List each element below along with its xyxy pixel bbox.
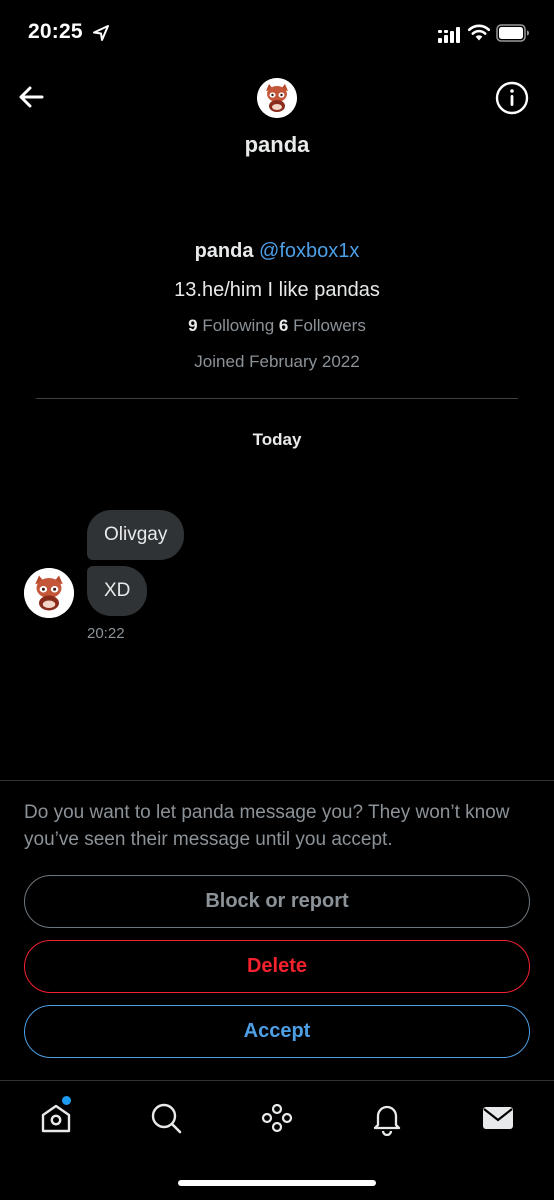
spaces-icon [261,1103,293,1133]
date-separator: Today [252,430,302,449]
tab-search[interactable] [148,1100,184,1136]
tab-notifications[interactable] [369,1100,405,1137]
notifications-icon [373,1105,401,1137]
sender-avatar[interactable] [24,568,74,618]
profile-joined: Joined February 2022 [194,352,360,371]
red-panda-icon [24,568,74,618]
message-request-prompt: Do you want to let panda message you? Th… [24,802,510,850]
status-time: 20:25 [28,20,83,43]
message-timestamp: 20:22 [87,625,125,642]
conversation-title: panda [244,132,310,157]
followers-count: 6 [278,316,289,335]
search-icon [151,1103,182,1134]
block-or-report-button[interactable]: Block or report [24,875,530,928]
accept-button[interactable]: Accept [24,1005,530,1058]
home-indicator[interactable] [178,1180,376,1186]
following-count: 9 [188,316,198,335]
battery-icon [496,24,529,42]
tab-spaces[interactable] [259,1100,295,1136]
notification-dot [62,1096,71,1105]
followers-label: Followers [293,316,366,335]
profile-bio: 13.he/him I like pandas [174,279,380,301]
location-arrow-icon [93,25,109,41]
back-arrow-icon[interactable] [14,80,48,114]
divider [0,780,554,781]
message-bubble[interactable]: Olivgay [87,510,185,560]
avatar[interactable] [257,78,297,118]
profile-stats: 9 Following 6 Followers [0,316,554,336]
tab-messages[interactable] [480,1100,516,1136]
profile-handle[interactable]: @foxbox1x [259,240,359,262]
divider [0,1080,554,1081]
home-icon [41,1104,71,1133]
messages-icon [483,1107,513,1129]
delete-button[interactable]: Delete [24,940,530,993]
tab-home[interactable] [38,1096,74,1136]
info-icon[interactable] [494,80,530,116]
divider [36,398,518,399]
wifi-icon [467,24,491,41]
profile-name-line[interactable]: panda @foxbox1x [0,240,554,263]
message-bubble[interactable]: XD [87,566,148,616]
status-bar: 20:25 [0,0,554,64]
red-panda-icon [257,78,297,118]
following-label: Following [202,316,275,335]
signal-icon [438,27,460,43]
profile-name: panda [194,240,254,262]
